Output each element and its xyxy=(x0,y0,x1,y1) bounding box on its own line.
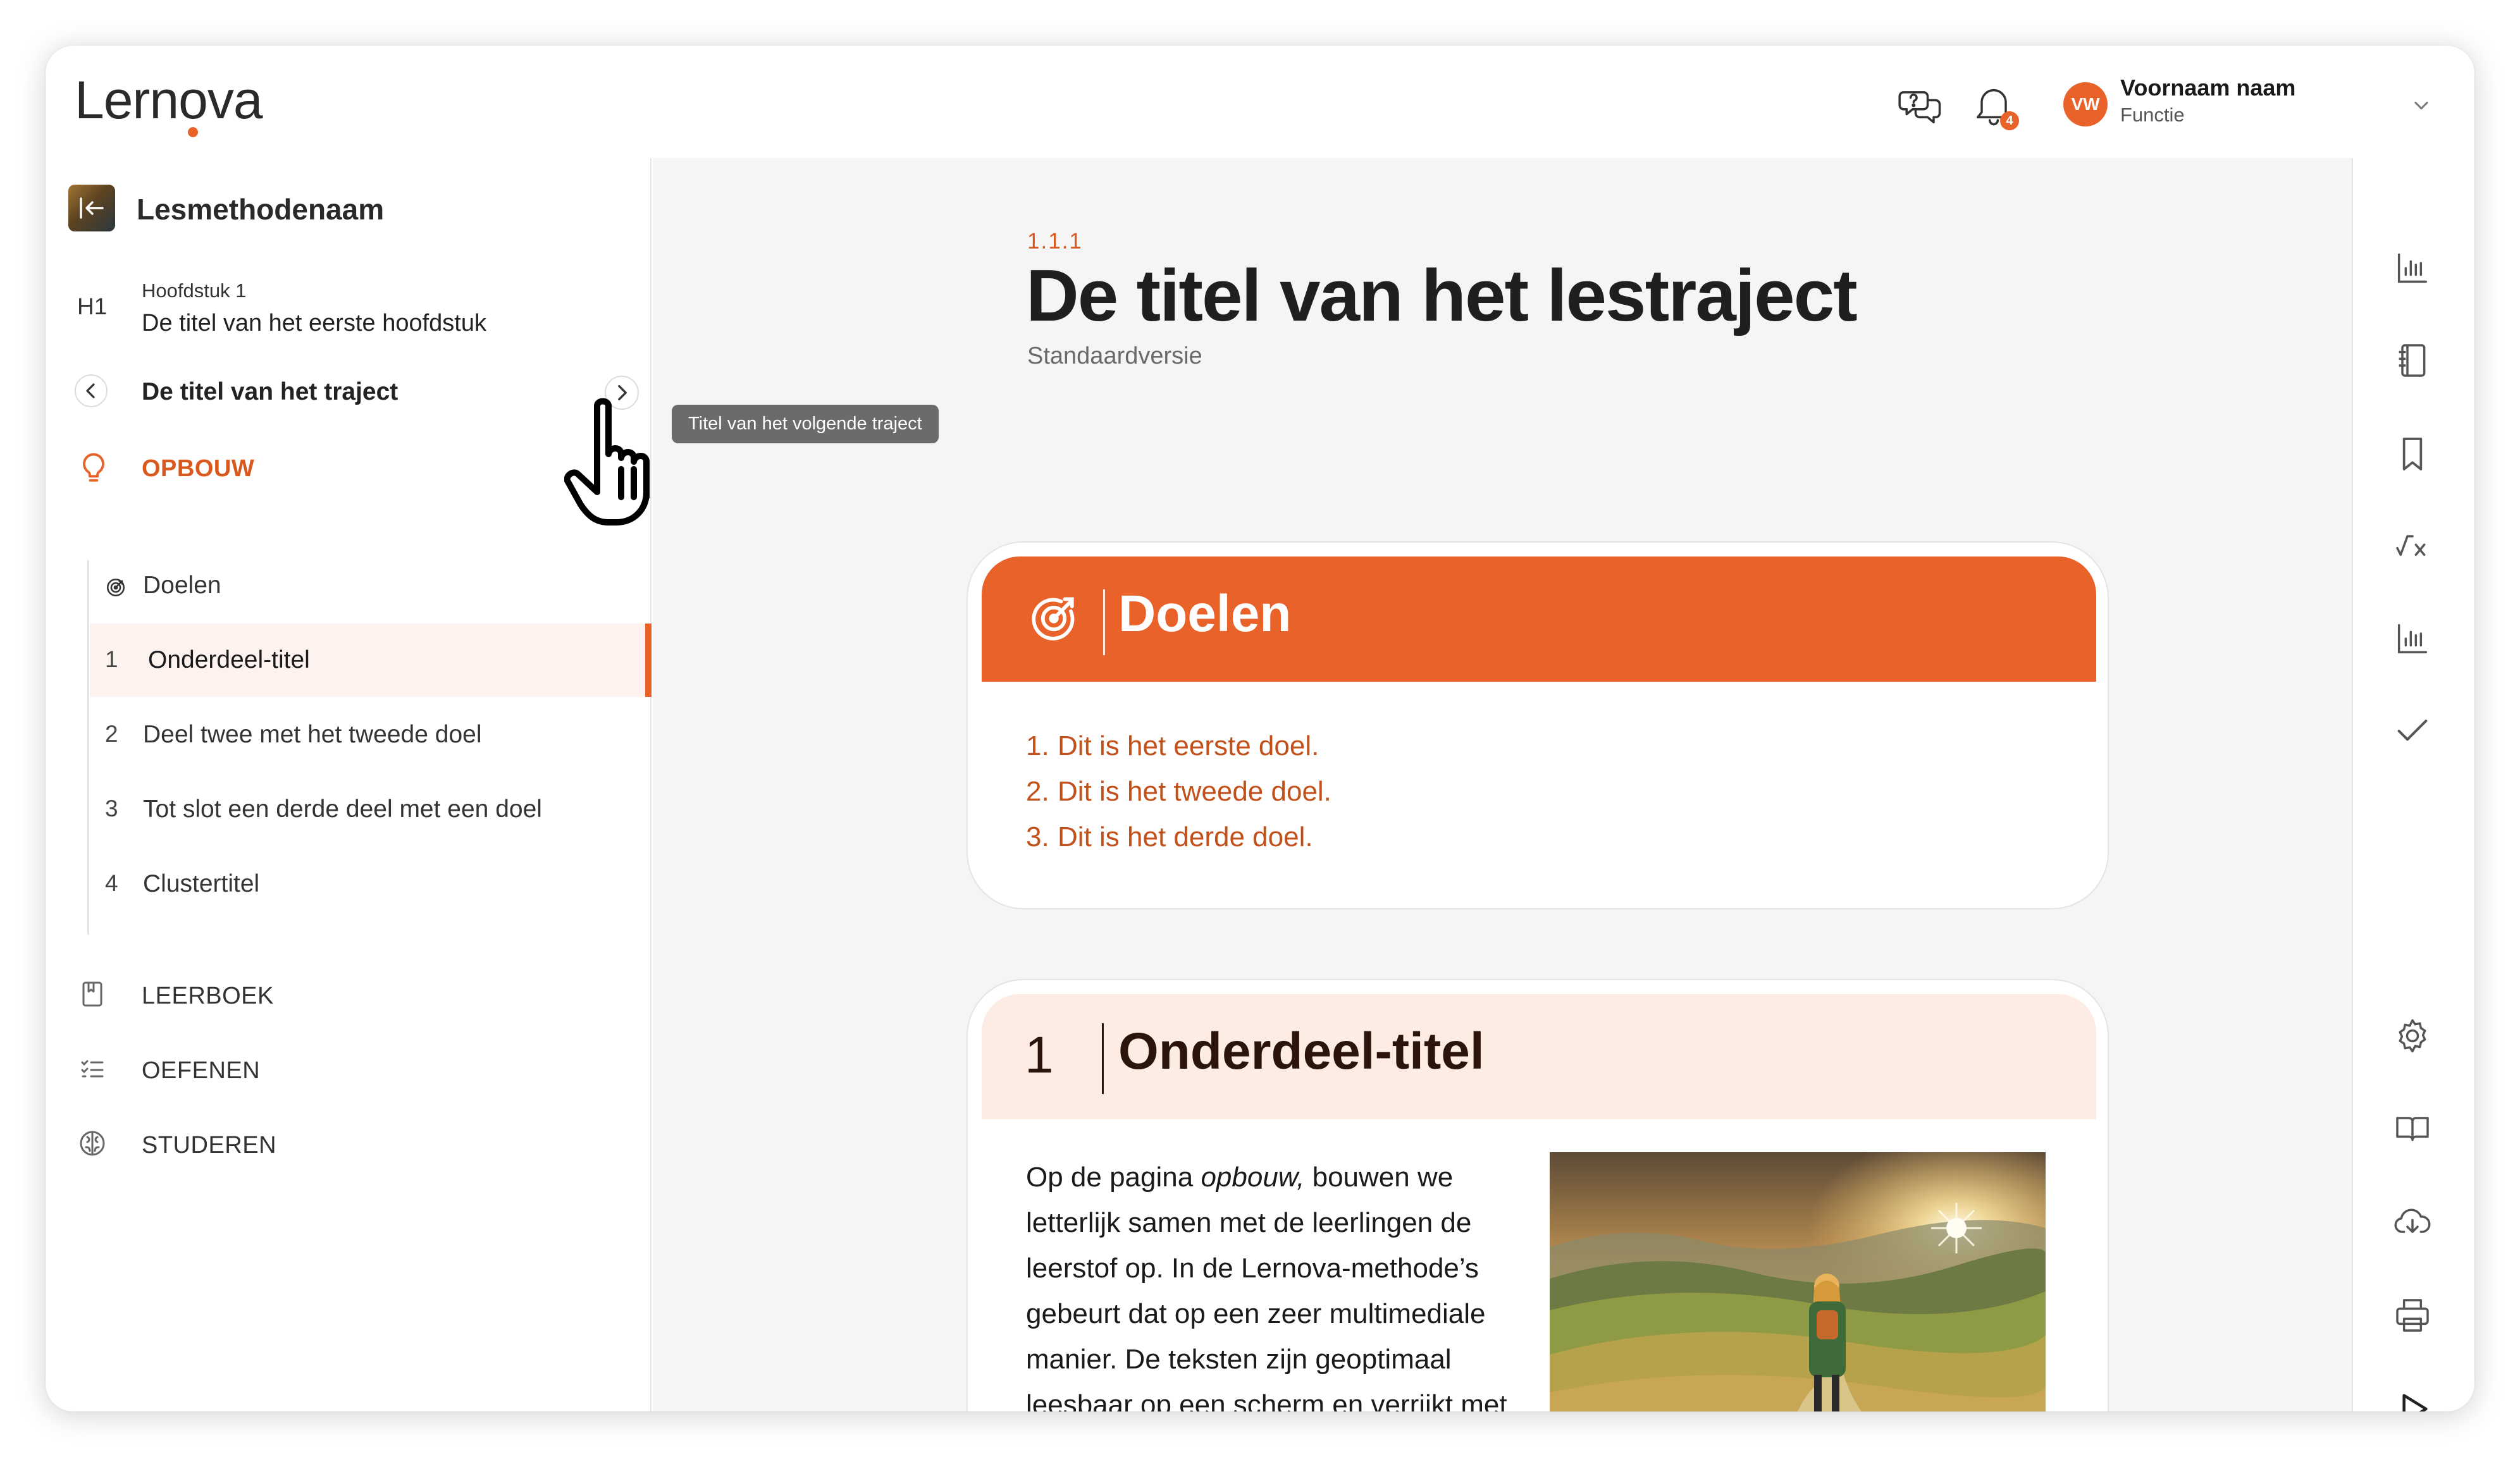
sidebar-item-tot-slot[interactable]: 3 Tot slot een derde deel met een doel xyxy=(90,773,652,846)
chapter-label: Hoofdstuk 1 xyxy=(142,280,247,302)
open-book-icon[interactable] xyxy=(2392,1108,2433,1148)
sidebar-section-leerboek[interactable]: LEERBOEK xyxy=(77,974,583,1018)
play-icon[interactable] xyxy=(2392,1389,2433,1411)
hand-cursor-icon xyxy=(564,393,678,532)
list-item: 1. Dit is het eerste doel. xyxy=(1026,730,1319,761)
sidebar-section-studeren[interactable]: STUDEREN xyxy=(77,1123,583,1167)
bookmark-icon[interactable] xyxy=(2392,434,2433,474)
chat-help-icon[interactable] xyxy=(1898,82,1946,130)
submenu-guide-line xyxy=(87,560,89,935)
notebook-icon[interactable] xyxy=(2392,340,2433,381)
checklist-icon xyxy=(77,1054,108,1084)
chevron-down-icon[interactable] xyxy=(2407,91,2435,119)
part-heading: Onderdeel-titel xyxy=(1118,1023,1485,1080)
previous-trajectory-button[interactable] xyxy=(75,374,108,407)
chapter-title[interactable]: De titel van het eerste hoofdstuk xyxy=(142,310,486,337)
sidebar-section-label: LEERBOEK xyxy=(142,983,274,1009)
sidebar-section-oefenen[interactable]: OEFENEN xyxy=(77,1048,583,1093)
sidebar-item-label: Tot slot een derde deel met een doel xyxy=(143,796,542,823)
sidebar-item-number: 1 xyxy=(105,646,118,672)
goals-card-header: Doelen xyxy=(982,556,2096,682)
user-role: Functie xyxy=(2120,104,2185,126)
list-item: 3. Dit is het derde doel. xyxy=(1026,821,1313,852)
main-content: 1.1.1 De titel van het lestraject Standa… xyxy=(653,158,2352,1411)
part-body-text: Op de pagina opbouw, bouwen we letterlij… xyxy=(1026,1162,1507,1411)
bar-chart-icon[interactable] xyxy=(2392,248,2433,288)
sidebar-item-onderdeel-titel[interactable]: 1 Onderdeel-titel xyxy=(90,624,652,697)
header-divider xyxy=(1102,1023,1104,1094)
section-opbouw[interactable]: OPBOUW xyxy=(142,455,254,483)
sidebar-item-number: 3 xyxy=(105,796,118,821)
list-item: 2. Dit is het tweede doel. xyxy=(1026,776,1331,807)
cloud-download-icon[interactable] xyxy=(2392,1202,2433,1242)
notification-bell-icon[interactable]: 4 xyxy=(1970,82,2019,130)
sidebar-item-doelen[interactable]: Doelen xyxy=(90,549,652,622)
section-number: 1.1.1 xyxy=(1027,229,1083,254)
user-avatar[interactable]: VW xyxy=(2063,82,2108,126)
sidebar-item-deel-twee[interactable]: 2 Deel twee met het tweede doel xyxy=(90,698,652,772)
target-icon xyxy=(1025,589,1083,648)
top-header: Lernova 4 VW Voornaam naam Functie xyxy=(46,46,2474,158)
sidebar-item-label: Doelen xyxy=(143,572,221,599)
notification-badge: 4 xyxy=(2000,111,2019,130)
goals-heading: Doelen xyxy=(1118,585,1292,642)
right-toolbar xyxy=(2352,158,2474,1411)
part-number: 1 xyxy=(1025,1026,1054,1084)
sidebar-item-clustertitel[interactable]: 4 Clustertitel xyxy=(90,847,652,921)
sidebar-item-number: 2 xyxy=(105,721,118,747)
next-trajectory-tooltip: Titel van het volgende traject xyxy=(672,405,939,443)
landscape-illustration xyxy=(1550,1152,2046,1411)
brain-icon xyxy=(77,1128,108,1159)
book-icon xyxy=(77,979,108,1009)
sidebar-item-number: 4 xyxy=(105,870,118,896)
trajectory-title: De titel van het traject xyxy=(142,378,398,405)
goals-card: Doelen 1. Dit is het eerste doel. 2. Dit i… xyxy=(967,541,2109,909)
page-title: De titel van het lestraject xyxy=(1026,254,1858,336)
formula-icon[interactable] xyxy=(2392,526,2433,567)
user-name[interactable]: Voornaam naam xyxy=(2120,75,2295,101)
sidebar-item-label: Onderdeel-titel xyxy=(148,646,310,673)
bar-chart-icon[interactable] xyxy=(2392,618,2433,659)
header-divider xyxy=(1103,589,1105,655)
app-window: Lernova 4 VW Voornaam naam Functie Lesme… xyxy=(46,46,2474,1411)
sidebar: Lesmethodenaam H1 Hoofdstuk 1 De titel v… xyxy=(46,158,652,1411)
method-name: Lesmethodenaam xyxy=(137,193,385,226)
goals-list: 1. Dit is het eerste doel. 2. Dit is het t… xyxy=(1026,723,1331,860)
target-icon xyxy=(105,577,127,598)
settings-icon[interactable] xyxy=(2392,1016,2433,1056)
sidebar-section-label: OEFENEN xyxy=(142,1057,261,1084)
print-icon[interactable] xyxy=(2392,1295,2433,1336)
part-card: 1 Onderdeel-titel Op de pagina opbouw, b… xyxy=(967,979,2109,1411)
sidebar-item-label: Clustertitel xyxy=(143,870,260,897)
sidebar-item-label: Deel twee met het tweede doel xyxy=(143,721,482,748)
lightbulb-icon xyxy=(77,450,110,486)
logo[interactable]: Lernova xyxy=(75,70,263,137)
part-card-header: 1 Onderdeel-titel xyxy=(982,994,2096,1119)
collapse-sidebar-icon[interactable] xyxy=(68,185,115,231)
page-subtitle: Standaardversie xyxy=(1027,343,1202,369)
sidebar-section-label: STUDEREN xyxy=(142,1132,277,1159)
chapter-code: H1 xyxy=(77,293,108,319)
check-icon[interactable] xyxy=(2392,711,2433,751)
